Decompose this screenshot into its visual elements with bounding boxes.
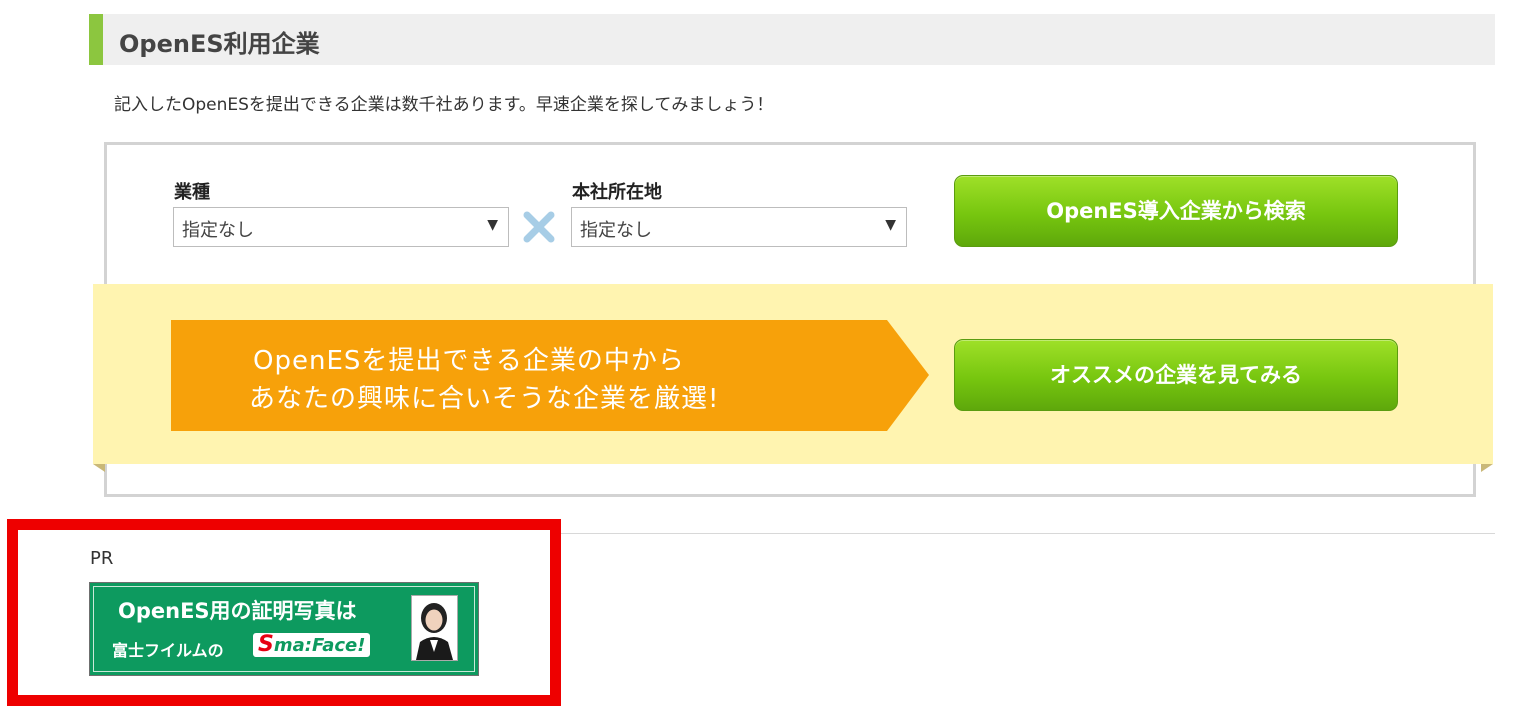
banner-subline: 富士フイルムの bbox=[112, 641, 224, 660]
location-label: 本社所在地 bbox=[572, 182, 662, 203]
banner-headline: OpenES用の証明写真は bbox=[118, 599, 357, 623]
band-fold-left bbox=[93, 464, 105, 472]
person-icon bbox=[412, 596, 457, 660]
smaface-logo-s: S bbox=[258, 632, 274, 657]
portrait-photo bbox=[411, 595, 458, 661]
intro-text: 記入したOpenESを提出できる企業は数千社あります。早速企業を探してみましょう… bbox=[114, 95, 774, 115]
location-select-value: 指定なし bbox=[580, 220, 652, 241]
section-divider bbox=[560, 533, 1495, 534]
header-accent-bar bbox=[89, 14, 103, 65]
smaface-logo: Sma:Face! bbox=[253, 632, 371, 657]
industry-select-value: 指定なし bbox=[182, 220, 254, 241]
section-header: OpenES利用企業 bbox=[89, 14, 1495, 65]
chevron-down-icon: ▼ bbox=[487, 217, 498, 233]
search-companies-button[interactable]: OpenES導入企業から検索 bbox=[954, 175, 1398, 247]
recommend-banner: OpenESを提出できる企業の中から あなたの興味に合いそうな企業を厳選! bbox=[171, 320, 929, 431]
search-companies-button-label: OpenES導入企業から検索 bbox=[1046, 199, 1306, 223]
smaface-logo-text: ma:Face! bbox=[273, 635, 366, 656]
recommend-line-2: あなたの興味に合いそうな企業を厳選! bbox=[249, 384, 720, 414]
recommend-line-1: OpenESを提出できる企業の中から bbox=[253, 346, 685, 376]
times-icon bbox=[523, 211, 555, 243]
band-fold-right bbox=[1481, 464, 1493, 472]
page-title: OpenES利用企業 bbox=[119, 30, 320, 58]
chevron-down-icon: ▼ bbox=[885, 217, 896, 233]
view-recommended-button-label: オススメの企業を見てみる bbox=[1050, 363, 1302, 387]
industry-label: 業種 bbox=[174, 182, 210, 203]
pr-label: PR bbox=[90, 548, 114, 569]
view-recommended-button[interactable]: オススメの企業を見てみる bbox=[954, 339, 1398, 411]
industry-select[interactable]: 指定なし ▼ bbox=[173, 207, 509, 247]
photo-ad-banner[interactable]: OpenES用の証明写真は 富士フイルムの Sma:Face! bbox=[89, 582, 479, 676]
location-select[interactable]: 指定なし ▼ bbox=[571, 207, 907, 247]
